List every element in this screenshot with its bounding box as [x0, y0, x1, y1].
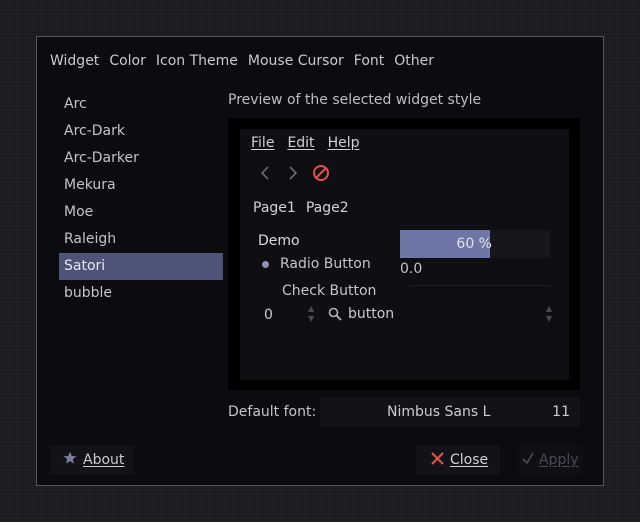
preview-pane: File Edit Help Page1 Page2 Demo Radio Bu… [240, 129, 569, 380]
apply-label: Apply [539, 452, 579, 468]
close-icon [430, 451, 445, 470]
list-item-selected[interactable]: Satori [59, 253, 223, 280]
tab-other[interactable]: Other [394, 53, 434, 73]
preview-frame: File Edit Help Page1 Page2 Demo Radio Bu… [228, 118, 580, 390]
spin-button[interactable]: 0 ▲ ▼ [258, 302, 322, 328]
list-item[interactable]: bubble [59, 280, 223, 307]
list-item[interactable]: Moe [59, 199, 223, 226]
font-chooser-button[interactable]: Nimbus Sans L 11 [320, 398, 580, 426]
tab-bar: Widget Color Icon Theme Mouse Cursor Fon… [50, 53, 444, 73]
theme-list: Arc Arc-Dark Arc-Darker Mekura Moe Ralei… [59, 91, 223, 307]
radio-button[interactable]: Radio Button [262, 256, 371, 272]
radio-label: Radio Button [280, 256, 371, 272]
list-item[interactable]: Arc-Darker [59, 145, 223, 172]
tab-font[interactable]: Font [354, 53, 384, 73]
list-item[interactable]: Arc-Dark [59, 118, 223, 145]
list-item[interactable]: Arc [59, 91, 223, 118]
radio-dot-icon [262, 260, 269, 268]
preview-toolbar [251, 161, 335, 185]
check-button[interactable]: Check Button [282, 283, 376, 299]
progress-bar: 60 % [400, 230, 550, 258]
combo-text: button [348, 306, 395, 322]
progress-text: 60 % [456, 236, 492, 252]
star-icon [63, 451, 77, 469]
search-combo[interactable]: button ▲ ▼ [324, 300, 554, 330]
tab-color[interactable]: Color [109, 53, 146, 73]
scale-slider[interactable] [410, 285, 550, 286]
font-name: Nimbus Sans L [387, 404, 491, 420]
close-label: Close [450, 452, 489, 468]
checkmark-icon [521, 451, 535, 469]
close-button[interactable]: Close [416, 446, 500, 474]
search-icon [328, 307, 342, 325]
tab-page1[interactable]: Page1 [253, 200, 296, 216]
menu-file[interactable]: File [251, 135, 274, 151]
default-font-label: Default font: [228, 404, 317, 420]
preview-label: Preview of the selected widget style [228, 92, 482, 108]
preview-menubar: File Edit Help [251, 135, 372, 151]
back-icon[interactable] [251, 161, 279, 185]
list-item[interactable]: Mekura [59, 172, 223, 199]
combo-arrows-icon[interactable]: ▲ ▼ [546, 304, 552, 324]
apply-button[interactable]: Apply [519, 446, 583, 474]
spin-value: 0 [264, 307, 273, 323]
list-item[interactable]: Raleigh [59, 226, 223, 253]
tab-widget[interactable]: Widget [50, 53, 99, 73]
menu-edit[interactable]: Edit [287, 135, 314, 151]
font-size: 11 [552, 404, 570, 420]
preview-notebook-tabs: Page1 Page2 [253, 200, 359, 216]
scale-value: 0.0 [400, 261, 423, 277]
about-button[interactable]: About [50, 446, 134, 474]
demo-label: Demo [258, 233, 300, 249]
theme-dialog: Widget Color Icon Theme Mouse Cursor Fon… [36, 36, 604, 486]
about-label: About [83, 452, 125, 468]
tab-mouse-cursor[interactable]: Mouse Cursor [248, 53, 344, 73]
spin-arrows-icon[interactable]: ▲ ▼ [308, 304, 314, 324]
tab-page2[interactable]: Page2 [306, 200, 349, 216]
forward-icon[interactable] [279, 161, 307, 185]
menu-help[interactable]: Help [328, 135, 360, 151]
stop-icon[interactable] [307, 161, 335, 185]
tab-icon-theme[interactable]: Icon Theme [156, 53, 238, 73]
